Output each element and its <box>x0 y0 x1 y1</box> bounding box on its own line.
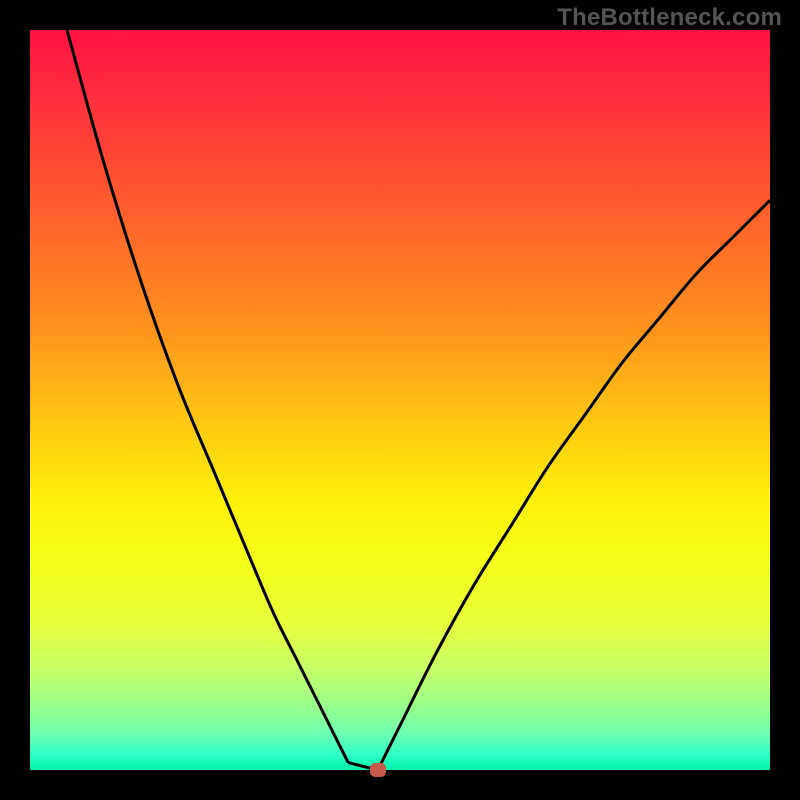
curve-svg <box>30 30 770 770</box>
valley-marker <box>370 763 386 777</box>
line-right <box>378 200 770 770</box>
chart-frame: TheBottleneck.com <box>0 0 800 800</box>
line-left <box>67 30 348 763</box>
watermark-text: TheBottleneck.com <box>557 4 782 32</box>
plot-area <box>30 30 770 770</box>
